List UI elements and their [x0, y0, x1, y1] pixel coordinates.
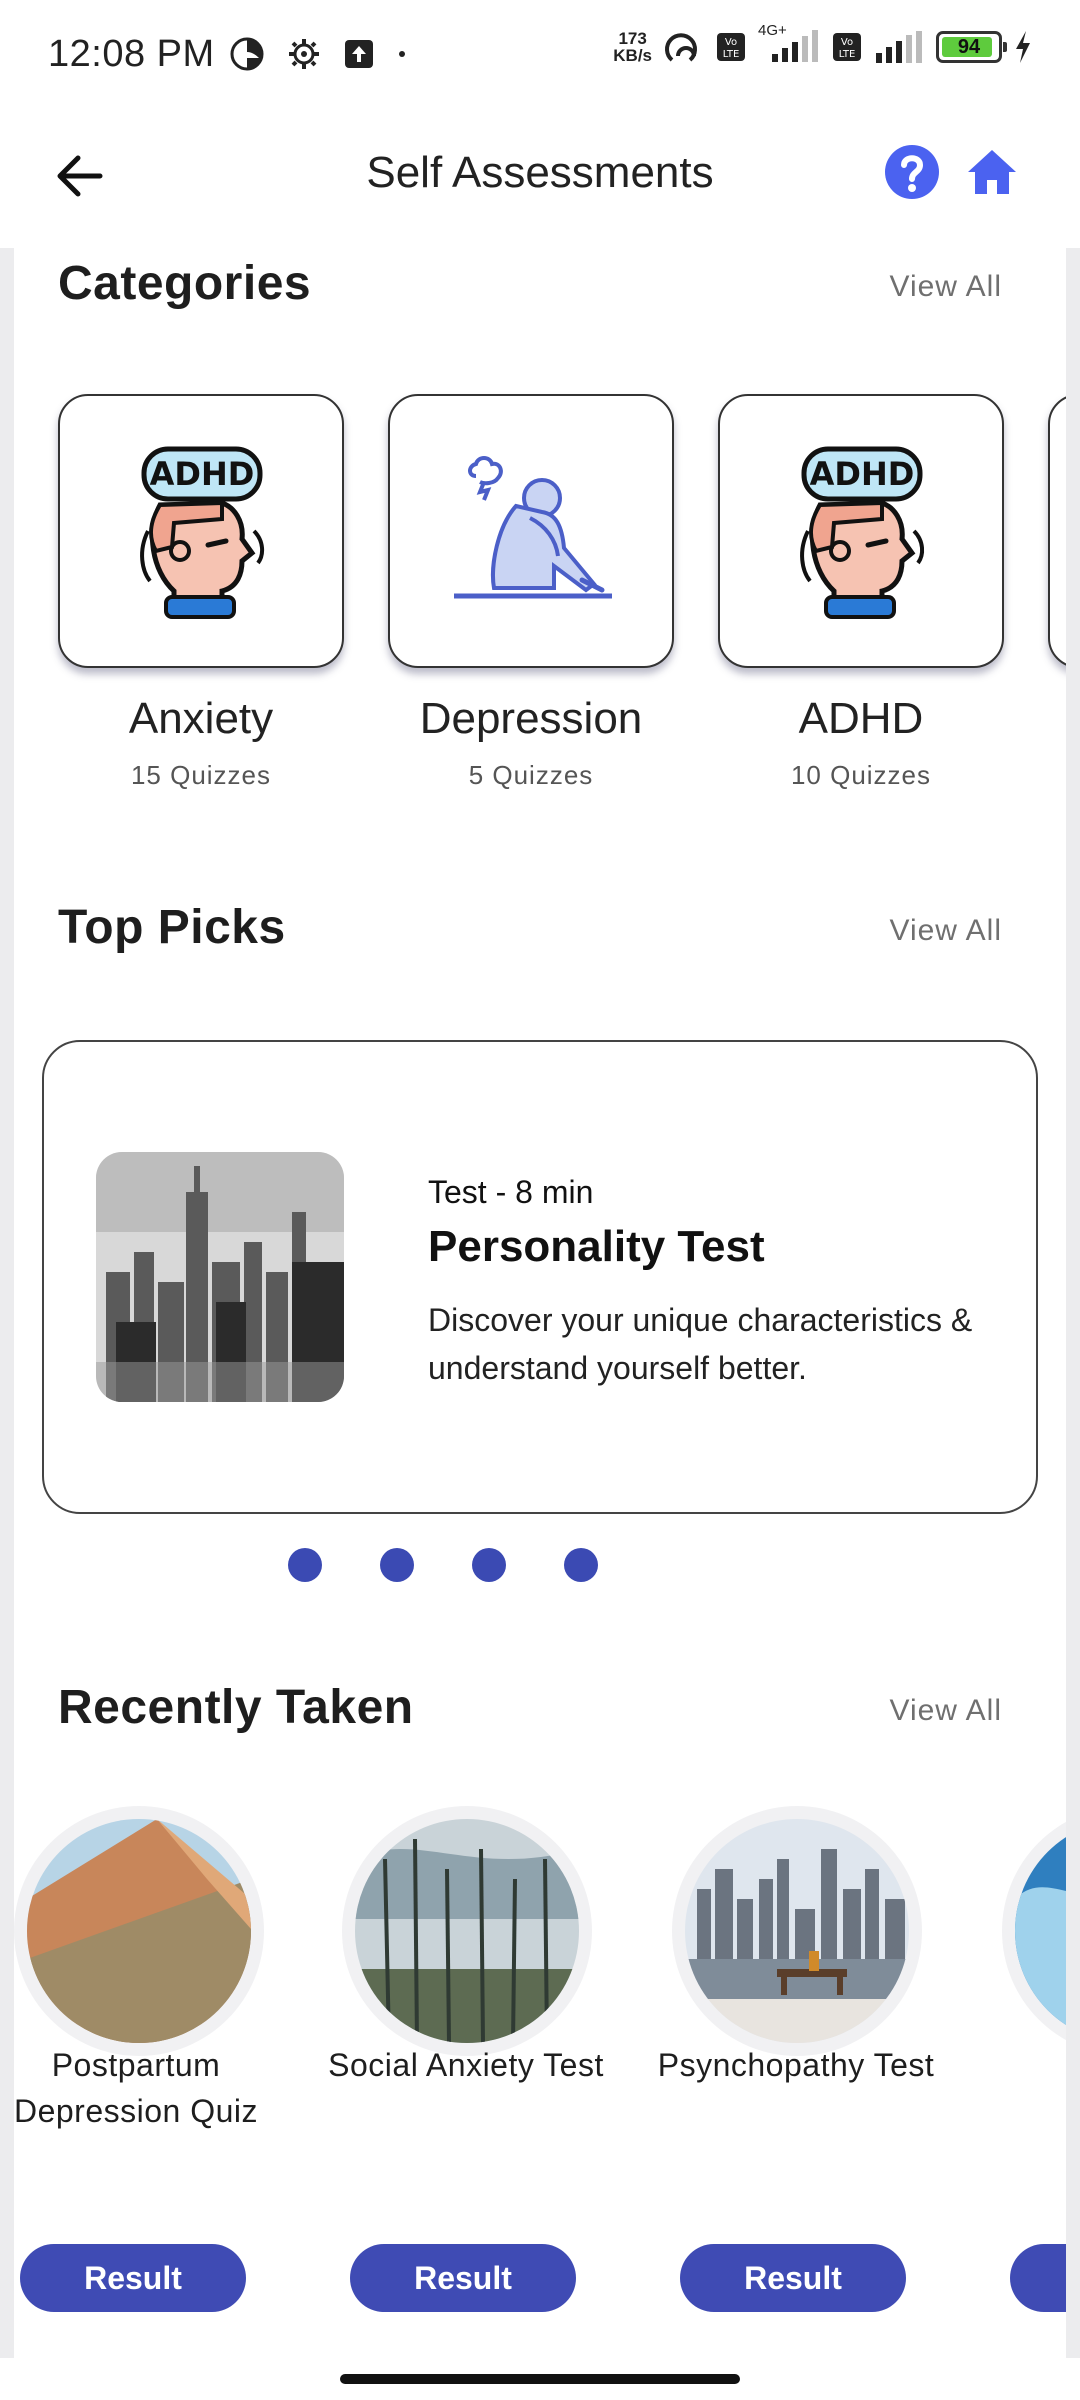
net-speed-value: 173 — [618, 29, 647, 48]
recent-item-image[interactable] — [14, 1806, 264, 2056]
battery-level: 94 — [957, 35, 981, 58]
categories-view-all-link[interactable]: View All — [889, 270, 1002, 304]
carousel-dots — [288, 1548, 598, 1582]
data-saver-icon — [230, 37, 264, 71]
city-skyline-photo — [96, 1152, 344, 1402]
status-right-icons: 173 KB/s Vo LTE 4G+ Vo LTE 94 — [613, 22, 1032, 64]
upload-icon — [344, 40, 373, 68]
recent-item-name: Po Depr — [976, 2042, 1067, 2088]
top-pick-meta: Test - 8 min — [428, 1174, 594, 1210]
dot-icon — [398, 51, 405, 57]
content-edge-left — [0, 248, 14, 2358]
category-count-depression: 5 Quizzes — [468, 760, 594, 790]
net-speed-unit: KB/s — [613, 46, 652, 65]
status-left-icons — [229, 36, 407, 72]
category-name-depression: Depression — [419, 694, 643, 743]
recently-taken-title: Recently Taken — [58, 1681, 414, 1734]
help-button[interactable] — [884, 144, 940, 200]
carousel-dot[interactable] — [380, 1548, 414, 1582]
gesture-nav-bar[interactable] — [340, 2374, 740, 2384]
svg-text:ADHD: ADHD — [150, 455, 255, 493]
result-button[interactable]: Result — [680, 2244, 906, 2312]
content-edge-right — [1066, 248, 1080, 2358]
adhd-head-icon: ADHD — [800, 446, 925, 619]
home-icon — [968, 150, 1016, 194]
category-card-adhd[interactable]: ADHD — [718, 394, 1004, 668]
carousel-dot[interactable] — [472, 1548, 506, 1582]
recent-item-name: Psynchopathy Test — [657, 2047, 935, 2083]
recent-item-name: Postpartum Depression Quiz — [14, 2047, 259, 2129]
result-button[interactable]: Result — [350, 2244, 576, 2312]
city-bench-photo — [685, 1819, 909, 2043]
status-time: 12:08 PM — [48, 32, 215, 75]
net-speed: 173 KB/s — [613, 30, 652, 64]
battery-indicator: 94 — [936, 31, 1007, 63]
category-name-anxiety: Anxiety — [128, 694, 274, 743]
recent-item-name: Social Anxiety Test — [328, 2047, 604, 2083]
carousel-dot[interactable] — [564, 1548, 598, 1582]
volte-icon: VoLTE — [717, 33, 745, 61]
svg-text:LTE: LTE — [839, 49, 856, 60]
top-picks-title: Top Picks — [58, 901, 286, 954]
category-card-partial[interactable] — [1048, 394, 1066, 668]
signal-bars-icon — [772, 30, 818, 62]
desert-dune-photo — [27, 1819, 251, 2043]
category-card-depression[interactable] — [388, 394, 674, 668]
volte-icon-2: VoLTE — [833, 33, 861, 61]
signal-4g: 4G+ — [758, 22, 820, 64]
signal-bars-icon-2 — [876, 31, 922, 63]
category-count-adhd: 10 Quizzes — [790, 760, 932, 790]
home-button[interactable] — [964, 144, 1020, 200]
app-bar: Self Assessments — [0, 108, 1080, 248]
top-pick-description: Discover your unique characteristics & u… — [428, 1302, 973, 1386]
svg-text:Vo: Vo — [725, 37, 737, 48]
bare-trees-photo — [355, 1819, 579, 2043]
category-card-anxiety[interactable]: ADHD — [58, 394, 344, 668]
result-button[interactable]: Result — [20, 2244, 246, 2312]
category-name-adhd: ADHD — [798, 694, 924, 743]
charging-bolt-icon — [1016, 31, 1030, 63]
recent-item-image[interactable] — [672, 1806, 922, 2056]
top-picks-view-all-link[interactable]: View All — [889, 914, 1002, 948]
svg-text:ADHD: ADHD — [810, 455, 915, 493]
recently-taken-view-all-link[interactable]: View All — [889, 1694, 1002, 1728]
ocean-wave-photo — [1015, 1819, 1066, 2043]
recent-item-image[interactable] — [1002, 1806, 1066, 2056]
help-circle-icon — [885, 145, 939, 199]
category-count-anxiety: 15 Quizzes — [130, 760, 272, 790]
svg-text:LTE: LTE — [723, 49, 740, 60]
adhd-head-icon: ADHD — [140, 446, 265, 619]
carousel-dot[interactable] — [288, 1548, 322, 1582]
result-button[interactable]: Result — [1010, 2244, 1066, 2312]
scroll-content[interactable]: Categories View All ADHD Anxiety 15 Quiz… — [14, 248, 1066, 2358]
depressed-person-icon — [454, 456, 612, 599]
hotspot-icon — [665, 33, 697, 62]
settings-gear-icon — [288, 39, 319, 69]
svg-text:Vo: Vo — [841, 37, 853, 48]
status-bar: 12:08 PM 173 KB/s Vo LTE 4G+ Vo LTE 94 — [0, 0, 1080, 108]
categories-title: Categories — [58, 257, 312, 310]
recent-item-image[interactable] — [342, 1806, 592, 2056]
top-pick-card[interactable]: Test - 8 min Personality Test Discover y… — [42, 1040, 1038, 1514]
top-pick-title: Personality Test — [428, 1222, 765, 1271]
